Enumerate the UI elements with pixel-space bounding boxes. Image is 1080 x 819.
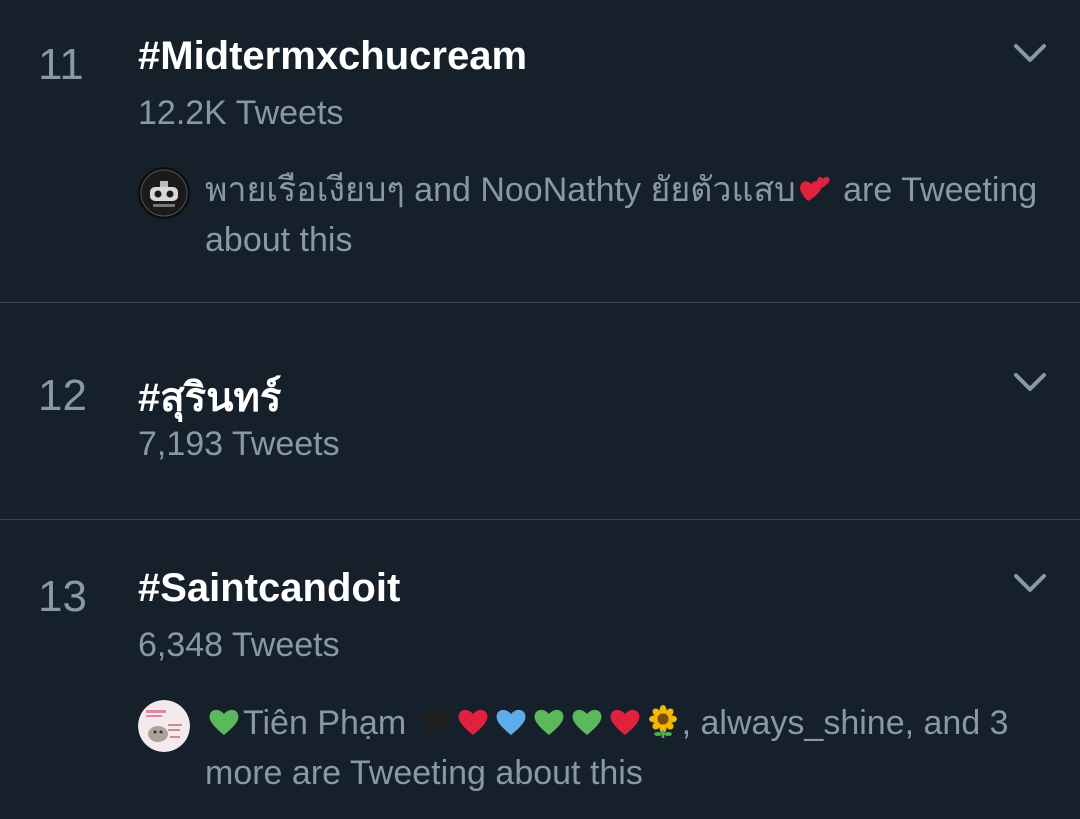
trend-hashtag[interactable]: #Saintcandoit xyxy=(138,566,400,611)
blue-heart-icon xyxy=(496,709,526,735)
context-joiner: and xyxy=(404,171,481,209)
trend-context: Tiên Phạm , always_shine, and 3 more are… xyxy=(205,698,1050,798)
sunflower-icon xyxy=(648,705,677,738)
chevron-down-icon[interactable] xyxy=(1010,367,1050,397)
context-name-1[interactable]: พายเรือเงียบๆ xyxy=(205,171,405,209)
trend-rank: 12 xyxy=(38,371,87,420)
trend-context: พายเรือเงียบๆ and NooNathty ยัยตัวแสบ ar… xyxy=(205,165,1050,265)
black-heart-icon xyxy=(420,709,450,735)
boat-avatar[interactable] xyxy=(138,167,190,219)
tweet-count: 12.2K Tweets xyxy=(138,94,344,132)
context-name-2[interactable]: NooNathty ยัยตัวแสบ xyxy=(480,171,795,209)
trend-rank: 11 xyxy=(38,40,84,89)
red-heart-icon xyxy=(610,709,640,735)
trend-hashtag[interactable]: #สุรินทร์ xyxy=(138,365,281,429)
trend-item-13[interactable]: 13 #Saintcandoit 6,348 Tweets Tiên Phạm xyxy=(0,520,1080,819)
chevron-down-icon[interactable] xyxy=(1010,568,1050,598)
chevron-down-icon[interactable] xyxy=(1010,38,1050,68)
tweet-count: 7,193 Tweets xyxy=(138,425,340,463)
green-heart-icon xyxy=(572,709,602,735)
two-hearts-icon xyxy=(799,176,830,201)
trend-hashtag[interactable]: #Midtermxchucream xyxy=(138,34,527,79)
trend-rank: 13 xyxy=(38,572,87,621)
trend-item-11[interactable]: 11 #Midtermxchucream 12.2K Tweets พายเรื… xyxy=(0,0,1080,302)
cartoon-avatar[interactable] xyxy=(138,700,190,752)
green-heart-icon xyxy=(209,709,239,735)
tweet-count: 6,348 Tweets xyxy=(138,626,340,664)
context-name-1[interactable]: Tiên Phạm xyxy=(243,704,406,742)
trend-item-12[interactable]: 12 #สุรินทร์ 7,193 Tweets xyxy=(0,303,1080,519)
green-heart-icon xyxy=(534,709,564,735)
red-heart-icon xyxy=(458,709,488,735)
